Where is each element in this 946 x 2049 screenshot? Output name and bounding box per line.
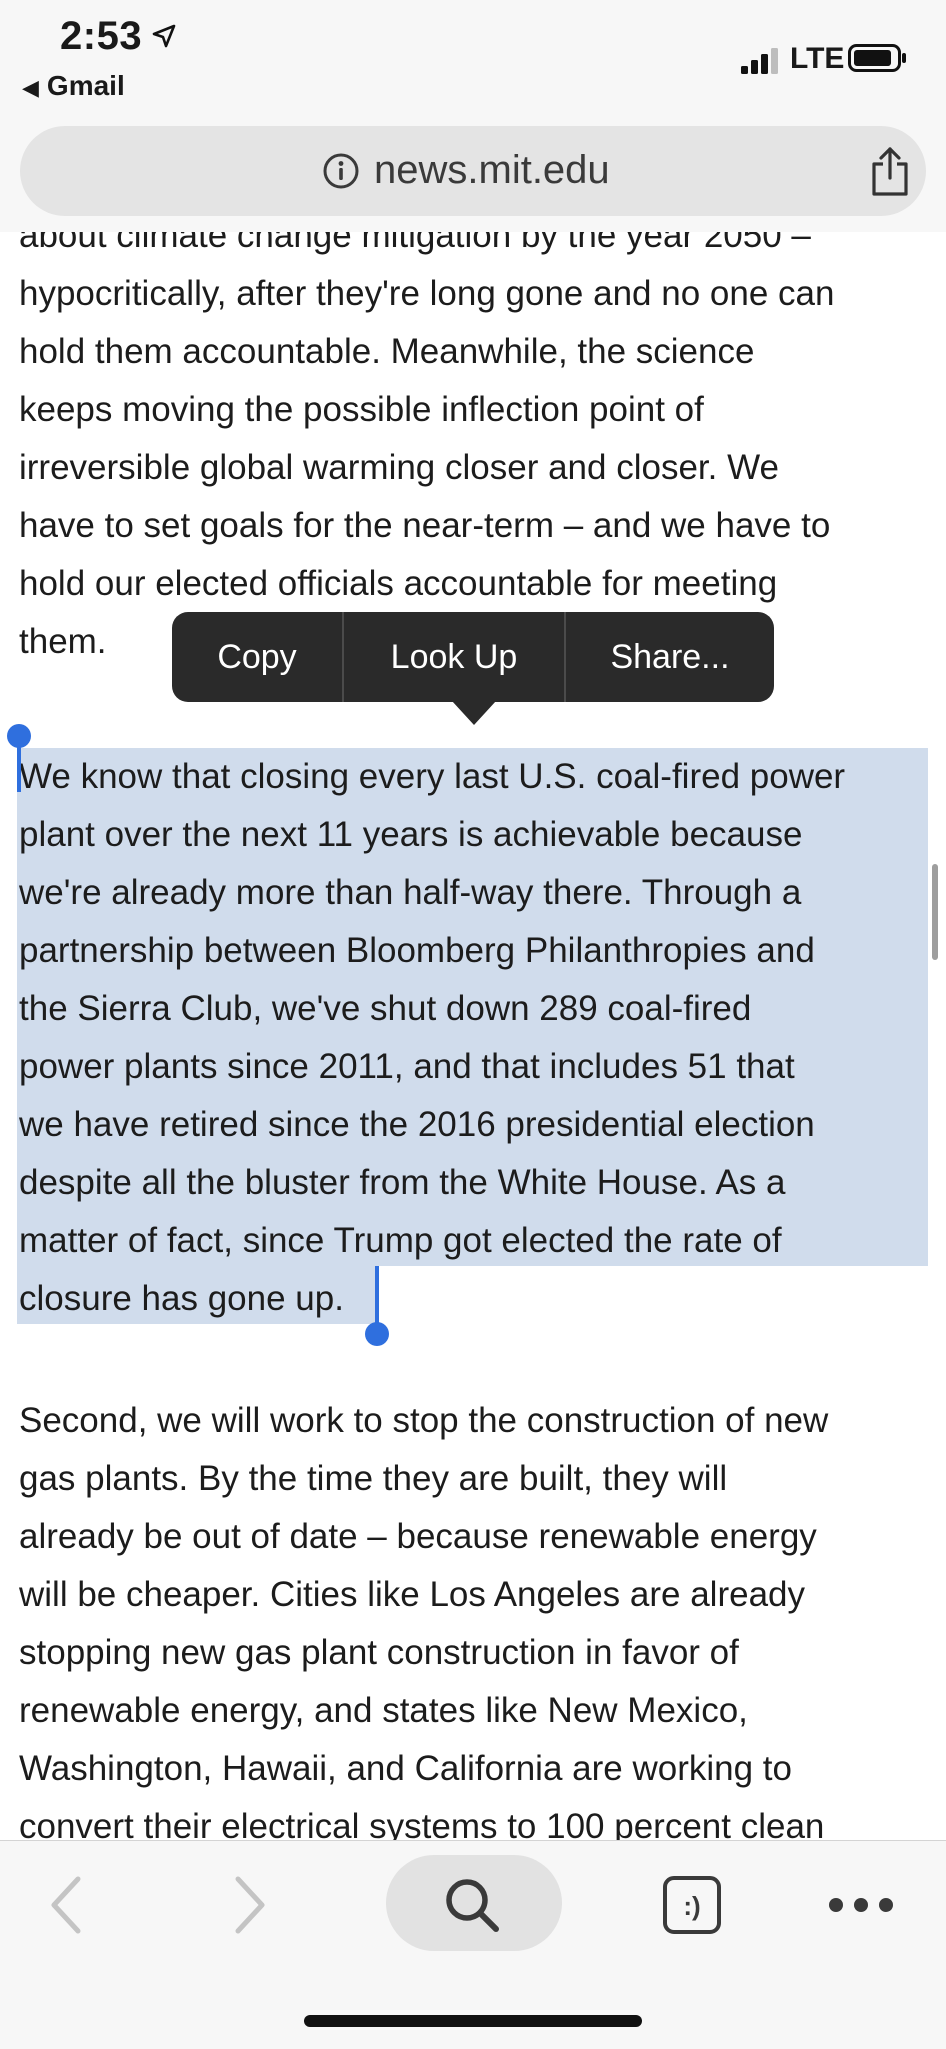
text-line: Second, we will work to stop the constru… — [19, 1401, 829, 1440]
text-line: hold them accountable. Meanwhile, the sc… — [19, 332, 755, 371]
address-bar[interactable]: news.mit.edu — [20, 126, 926, 216]
text-line: convert their electrical systems to 100 … — [19, 1807, 825, 1840]
text-line: closure has gone up. — [19, 1279, 344, 1318]
location-arrow-icon — [152, 24, 176, 48]
battery-icon — [848, 44, 906, 72]
share-icon[interactable] — [866, 146, 914, 198]
text-line: we're already more than half-way there. … — [19, 873, 802, 912]
cellular-signal-icon — [741, 48, 778, 74]
copy-menu-item[interactable]: Copy — [172, 612, 342, 702]
text-line: irreversible global warming closer and c… — [19, 448, 779, 487]
url-text[interactable]: news.mit.edu — [374, 148, 610, 193]
text-line: stopping new gas plant construction in f… — [19, 1633, 739, 1672]
text-line: will be cheaper. Cities like Los Angeles… — [19, 1575, 805, 1614]
text-line: gas plants. By the time they are built, … — [19, 1459, 728, 1498]
back-triangle-icon: ◀ — [22, 75, 39, 100]
text-line: already be out of date – because renewab… — [19, 1517, 817, 1556]
bottom-toolbar: :) — [0, 1840, 946, 2049]
text-line: plant over the next 11 years is achievab… — [19, 815, 803, 854]
text-line: We know that closing every last U.S. coa… — [19, 757, 846, 796]
selection-end-caret[interactable] — [375, 1266, 379, 1324]
text-line: hold our elected officials accountable f… — [19, 564, 778, 603]
text-line: hypocritically, after they're long gone … — [19, 274, 835, 313]
svg-text::): :) — [683, 1891, 700, 1921]
text-line: despite all the bluster from the White H… — [19, 1163, 786, 1202]
share-menu-item[interactable]: Share... — [566, 612, 774, 702]
status-bar: 2:53 ◀ Gmail LTE — [0, 0, 946, 120]
info-icon[interactable] — [322, 152, 360, 190]
search-button[interactable] — [386, 1855, 562, 1951]
article-body[interactable]: about climate change mitigation by the y… — [0, 232, 946, 1840]
text-line: power plants since 2011, and that includ… — [19, 1047, 795, 1086]
text-line: renewable energy, and states like New Me… — [19, 1691, 748, 1730]
back-icon[interactable] — [46, 1875, 86, 1935]
network-type: LTE — [790, 42, 845, 75]
selection-start-caret[interactable] — [17, 742, 21, 792]
text-line: have to set goals for the near-term – an… — [19, 506, 831, 545]
menu-pointer-arrow — [452, 701, 496, 725]
text-line: Washington, Hawaii, and California are w… — [19, 1749, 792, 1788]
more-icon[interactable] — [826, 1893, 896, 1917]
home-indicator[interactable] — [304, 2015, 642, 2027]
status-time: 2:53 — [60, 14, 143, 58]
forward-icon[interactable] — [230, 1875, 270, 1935]
text-selection-menu: Copy Look Up Share... — [172, 612, 774, 702]
back-app-label: Gmail — [46, 70, 125, 101]
selection-end-handle[interactable] — [365, 1322, 389, 1346]
scroll-indicator[interactable] — [932, 864, 938, 960]
address-bar-area: news.mit.edu — [0, 120, 946, 233]
text-line: partnership between Bloomberg Philanthro… — [19, 931, 815, 970]
look-up-menu-item[interactable]: Look Up — [344, 612, 564, 702]
text-line: matter of fact, since Trump got elected … — [19, 1221, 782, 1260]
text-line: about climate change mitigation by the y… — [19, 232, 811, 255]
search-icon — [446, 1879, 499, 1932]
text-line: we have retired since the 2016 president… — [19, 1105, 815, 1144]
text-line: keeps moving the possible inflection poi… — [19, 390, 704, 429]
tabs-icon[interactable]: :) — [662, 1875, 722, 1935]
back-to-app-link[interactable]: ◀ Gmail — [22, 70, 125, 102]
text-line: them. — [19, 622, 107, 661]
text-line: the Sierra Club, we've shut down 289 coa… — [19, 989, 752, 1028]
